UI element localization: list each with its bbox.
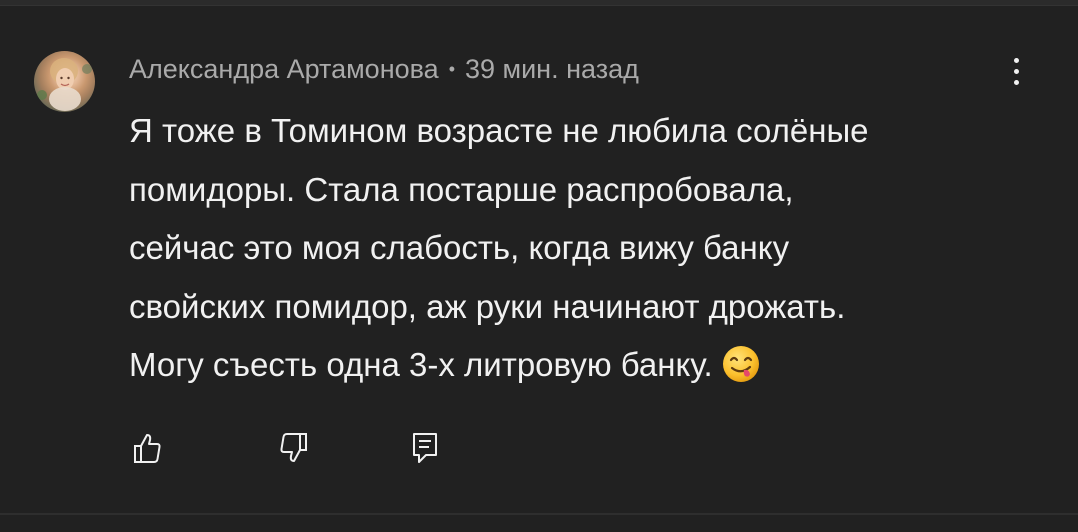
- dislike-button[interactable]: [274, 428, 314, 468]
- like-button[interactable]: [127, 428, 167, 468]
- author-avatar[interactable]: [34, 51, 95, 112]
- more-vertical-icon-dot: [1013, 79, 1019, 85]
- face-savoring-food-emoji: [722, 346, 759, 382]
- avatar-image: [37, 58, 92, 111]
- comment-meta: Александра Артамонова • 39 мин. назад: [129, 51, 639, 87]
- comment-body: Я тоже в Томином возрасте не любила солё…: [129, 102, 1049, 395]
- reply-comment-icon: [413, 433, 437, 463]
- comment-line: помидоры. Стала постарше распробовала,: [129, 170, 794, 208]
- author-name[interactable]: Александра Артамонова: [129, 54, 439, 85]
- more-options-button[interactable]: [996, 52, 1036, 90]
- bottom-divider: [0, 513, 1078, 515]
- comment-line: свойских помидор, аж руки начинают дрожа…: [129, 287, 846, 325]
- reply-button[interactable]: [405, 428, 445, 468]
- comment-timestamp[interactable]: 39 мин. назад: [465, 54, 639, 85]
- comment-line: Я тоже в Томином возрасте не любила солё…: [129, 112, 869, 149]
- comment-line-last: Могу съесть одна 3-х литровую банку.: [129, 336, 1049, 395]
- more-vertical-icon: [1013, 57, 1019, 63]
- more-vertical-icon-dot: [1013, 68, 1019, 74]
- comment-line: Могу съесть одна 3-х литровую банку.: [129, 346, 713, 383]
- meta-separator: •: [448, 58, 455, 79]
- thumbs-up-icon: [134, 434, 161, 463]
- comment-line: сейчас это моя слабость, когда вижу банк…: [129, 229, 790, 266]
- top-divider: [0, 0, 1078, 6]
- thumbs-down-icon: [280, 433, 307, 462]
